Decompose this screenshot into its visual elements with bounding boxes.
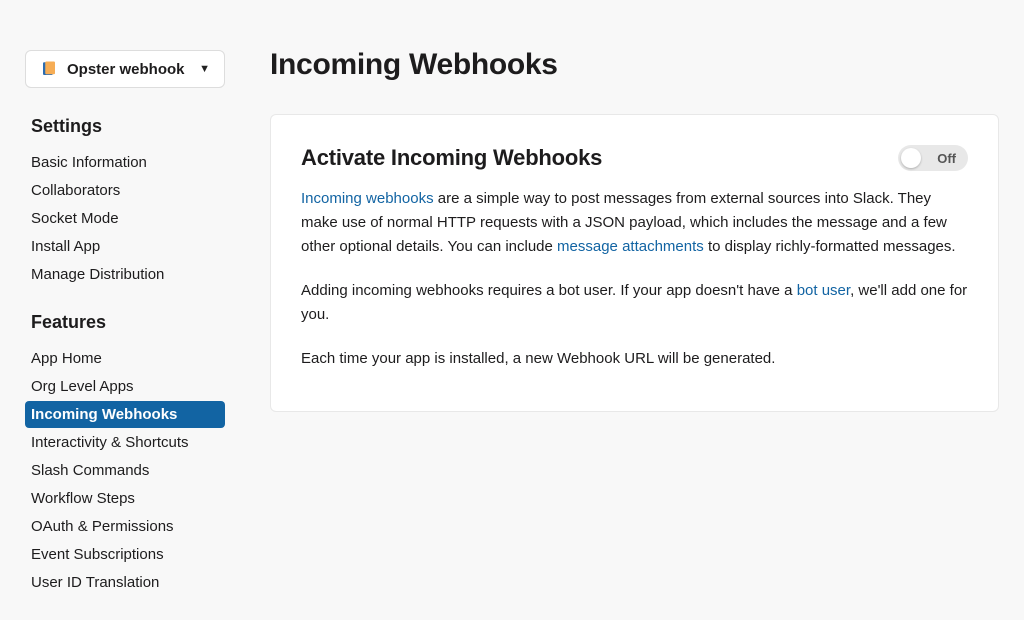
incoming-webhooks-link[interactable]: Incoming webhooks: [301, 190, 434, 207]
sidebar-item-basic-information[interactable]: Basic Information: [25, 149, 225, 176]
sidebar-item-manage-distribution[interactable]: Manage Distribution: [25, 261, 225, 288]
sidebar: Opster webhook ▼ Settings Basic Informat…: [0, 50, 225, 620]
page-title: Incoming Webhooks: [270, 48, 999, 82]
sidebar-item-oauth-permissions[interactable]: OAuth & Permissions: [25, 513, 225, 540]
nav-group-settings: Settings Basic Information Collaborators…: [25, 116, 225, 288]
card-title: Activate Incoming Webhooks: [301, 145, 602, 171]
app-selector-dropdown[interactable]: Opster webhook ▼: [25, 50, 225, 88]
sidebar-item-interactivity-shortcuts[interactable]: Interactivity & Shortcuts: [25, 429, 225, 456]
sidebar-item-app-home[interactable]: App Home: [25, 345, 225, 372]
toggle-knob: [901, 148, 921, 168]
sidebar-item-incoming-webhooks[interactable]: Incoming Webhooks: [25, 401, 225, 428]
sidebar-item-event-subscriptions[interactable]: Event Subscriptions: [25, 541, 225, 568]
app-icon: [40, 60, 58, 78]
chevron-down-icon: ▼: [199, 63, 210, 75]
app-name: Opster webhook: [67, 61, 190, 78]
sidebar-item-socket-mode[interactable]: Socket Mode: [25, 205, 225, 232]
nav-group-features: Features App Home Org Level Apps Incomin…: [25, 312, 225, 596]
nav-heading-settings: Settings: [25, 116, 225, 137]
text-fragment: Adding incoming webhooks requires a bot …: [301, 282, 797, 299]
sidebar-item-collaborators[interactable]: Collaborators: [25, 177, 225, 204]
main-content: Incoming Webhooks Activate Incoming Webh…: [225, 50, 1024, 620]
sidebar-item-install-app[interactable]: Install App: [25, 233, 225, 260]
sidebar-item-user-id-translation[interactable]: User ID Translation: [25, 569, 225, 596]
message-attachments-link[interactable]: message attachments: [557, 238, 704, 255]
sidebar-item-org-level-apps[interactable]: Org Level Apps: [25, 373, 225, 400]
description-paragraph-2: Adding incoming webhooks requires a bot …: [301, 279, 968, 327]
nav-heading-features: Features: [25, 312, 225, 333]
sidebar-item-workflow-steps[interactable]: Workflow Steps: [25, 485, 225, 512]
sidebar-item-slash-commands[interactable]: Slash Commands: [25, 457, 225, 484]
toggle-label: Off: [937, 151, 956, 166]
activate-webhooks-card: Activate Incoming Webhooks Off Incoming …: [270, 114, 999, 412]
description-paragraph-1: Incoming webhooks are a simple way to po…: [301, 187, 968, 259]
description-paragraph-3: Each time your app is installed, a new W…: [301, 347, 968, 371]
text-fragment: to display richly-formatted messages.: [704, 238, 956, 255]
activate-toggle[interactable]: Off: [898, 145, 968, 171]
bot-user-link[interactable]: bot user: [797, 282, 850, 299]
card-header: Activate Incoming Webhooks Off: [301, 145, 968, 171]
